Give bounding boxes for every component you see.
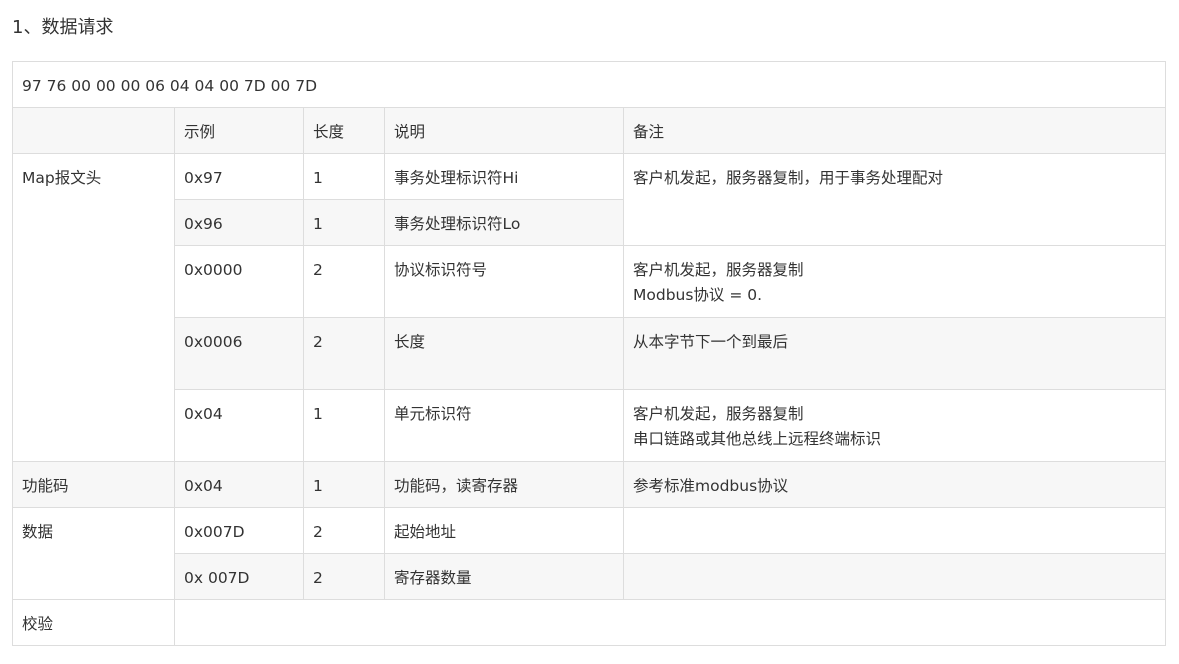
cell-length: 1 — [303, 199, 385, 246]
hex-line: 97 76 00 00 00 06 04 04 00 7D 00 7D — [11, 61, 1167, 108]
cell-example: 0x97 — [174, 153, 304, 200]
cell-note — [622, 553, 1167, 600]
cell-length: 1 — [303, 389, 385, 462]
table-row: 校验 — [12, 599, 1167, 646]
cell-example: 0x007D — [174, 507, 304, 554]
table-row: 0x0000 2 协议标识符号 客户机发起，服务器复制 Modbus协议 = 0… — [13, 245, 1167, 318]
cell-length: 2 — [303, 553, 385, 600]
cell-example: 0x 007D — [174, 553, 304, 600]
cell-description: 起始地址 — [384, 507, 624, 554]
cell-description: 事务处理标识符Lo — [384, 199, 624, 246]
section-heading: 1、数据请求 — [12, 17, 114, 38]
cell-note: 客户机发起，服务器复制 Modbus协议 = 0. — [622, 245, 1167, 318]
cell-note: 从本字节下一个到最后 — [622, 317, 1167, 390]
hex-row: 97 76 00 00 00 06 04 04 00 7D 00 7D — [11, 61, 1167, 108]
cell-length: 2 — [303, 507, 385, 554]
table-row: 0x04 1 单元标识符 客户机发起，服务器复制 串口链路或其他总线上远程终端标… — [13, 389, 1167, 462]
cell-example: 0x04 — [174, 389, 304, 462]
header-group — [12, 107, 175, 154]
note-line: 参考标准modbus协议 — [633, 477, 789, 495]
header-length: 长度 — [303, 107, 385, 154]
note-line: Modbus协议 = 0. — [633, 286, 763, 304]
table-row: Map报文头 0x97 1 事务处理标识符Hi 客户机发起，服务器复制，用于事务… — [12, 153, 1167, 462]
cell-length: 2 — [303, 245, 385, 318]
cell-description: 单元标识符 — [384, 389, 624, 462]
cell-length: 1 — [303, 153, 385, 200]
group-checksum: 校验 — [12, 599, 175, 646]
cell-example: 0x04 — [174, 461, 304, 508]
cell-example: 0x0006 — [174, 317, 304, 390]
cell-length: 2 — [303, 317, 385, 390]
note-line: 客户机发起，服务器复制，用于事务处理配对 — [633, 169, 944, 187]
group-function-code: 功能码 — [12, 461, 175, 508]
group-map-header: Map报文头 — [12, 153, 175, 462]
cell-example: 0x0000 — [174, 245, 304, 318]
cell-example: 0x96 — [174, 199, 304, 246]
cell-description: 寄存器数量 — [384, 553, 624, 600]
header-row: 示例 长度 说明 备注 — [12, 107, 1167, 154]
note-line: 客户机发起，服务器复制 — [633, 405, 804, 423]
table-row: 0x0006 2 长度 从本字节下一个到最后 — [12, 317, 1167, 390]
cell-note: 参考标准modbus协议 — [622, 461, 1167, 508]
header-example: 示例 — [174, 107, 304, 154]
cell-length: 1 — [303, 461, 385, 508]
cell-note: 客户机发起，服务器复制 串口链路或其他总线上远程终端标识 — [622, 389, 1167, 462]
note-line: 从本字节下一个到最后 — [633, 333, 789, 351]
cell-note: 客户机发起，服务器复制，用于事务处理配对 — [622, 153, 1167, 246]
cell-description: 功能码，读寄存器 — [384, 461, 624, 508]
table-row: 功能码 0x04 1 功能码，读寄存器 参考标准modbus协议 — [12, 461, 1167, 508]
cell-description: 事务处理标识符Hi — [384, 153, 624, 200]
header-note: 备注 — [622, 107, 1167, 154]
table-row: 0x 007D 2 寄存器数量 — [12, 553, 1167, 600]
cell-note — [622, 507, 1167, 554]
table-row: 数据 0x007D 2 起始地址 — [12, 507, 1167, 600]
note-line: 客户机发起，服务器复制 — [633, 261, 804, 279]
cell-description: 长度 — [384, 317, 624, 390]
cell-checksum-empty — [173, 599, 1167, 646]
protocol-table: 97 76 00 00 00 06 04 04 00 7D 00 7D 示例 长… — [11, 61, 1167, 646]
note-line: 串口链路或其他总线上远程终端标识 — [633, 430, 882, 448]
group-data: 数据 — [12, 507, 175, 600]
header-description: 说明 — [384, 107, 624, 154]
cell-description: 协议标识符号 — [384, 245, 624, 318]
